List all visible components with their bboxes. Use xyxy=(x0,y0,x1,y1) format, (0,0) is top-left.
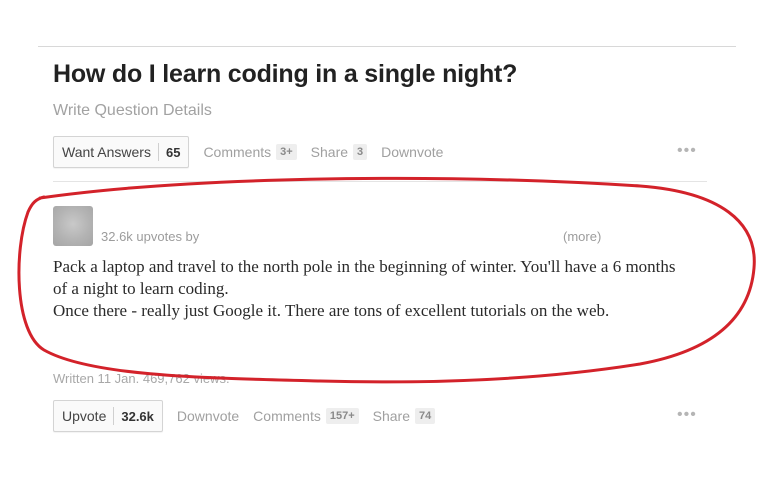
question-more-dots-icon[interactable]: ••• xyxy=(677,142,697,160)
want-answers-count: 65 xyxy=(165,144,181,160)
share-label: Share xyxy=(372,408,410,424)
upvotes-by-text[interactable]: 32.6k upvotes by xyxy=(101,229,199,244)
top-divider xyxy=(38,46,736,47)
more-link[interactable]: (more) xyxy=(563,229,601,244)
upvote-label: Upvote xyxy=(62,408,107,424)
answer-share-button[interactable]: Share 74 xyxy=(373,408,436,424)
answer-comments-button[interactable]: Comments 157+ xyxy=(253,408,359,424)
comments-label: Comments xyxy=(253,408,321,424)
share-count-badge: 74 xyxy=(415,408,436,424)
question-downvote-button[interactable]: Downvote xyxy=(381,144,443,160)
want-answers-button[interactable]: Want Answers 65 xyxy=(53,136,190,168)
question-share-button[interactable]: Share 3 xyxy=(310,144,368,160)
answer-body: Pack a laptop and travel to the north po… xyxy=(53,256,693,322)
share-count-badge: 3 xyxy=(353,144,368,160)
button-divider xyxy=(113,407,115,425)
button-divider xyxy=(157,143,159,161)
question-action-bar: Want Answers 65 Comments 3+ Share 3 Down… xyxy=(53,136,443,168)
answer-downvote-button[interactable]: Downvote xyxy=(177,408,239,424)
comments-label: Comments xyxy=(203,144,272,160)
answer-meta: Written 11 Jan. 469,762 views. xyxy=(53,371,230,386)
upvote-count: 32.6k xyxy=(121,408,154,424)
answer-divider xyxy=(53,181,707,182)
question-comments-button[interactable]: Comments 3+ xyxy=(203,144,297,160)
upvote-button[interactable]: Upvote 32.6k xyxy=(53,400,163,432)
author-avatar[interactable] xyxy=(53,206,93,246)
answer-paragraph: Once there - really just Google it. Ther… xyxy=(53,301,610,320)
answer-action-bar: Upvote 32.6k Downvote Comments 157+ Shar… xyxy=(53,400,436,432)
write-question-details-link[interactable]: Write Question Details xyxy=(53,102,212,120)
share-label: Share xyxy=(310,144,349,160)
question-title[interactable]: How do I learn coding in a single night? xyxy=(53,60,517,89)
want-answers-label: Want Answers xyxy=(62,144,151,160)
comments-count-badge: 157+ xyxy=(325,408,359,424)
answer-more-dots-icon[interactable]: ••• xyxy=(677,406,697,424)
answer-paragraph: Pack a laptop and travel to the north po… xyxy=(53,257,676,298)
comments-count-badge: 3+ xyxy=(276,144,297,160)
